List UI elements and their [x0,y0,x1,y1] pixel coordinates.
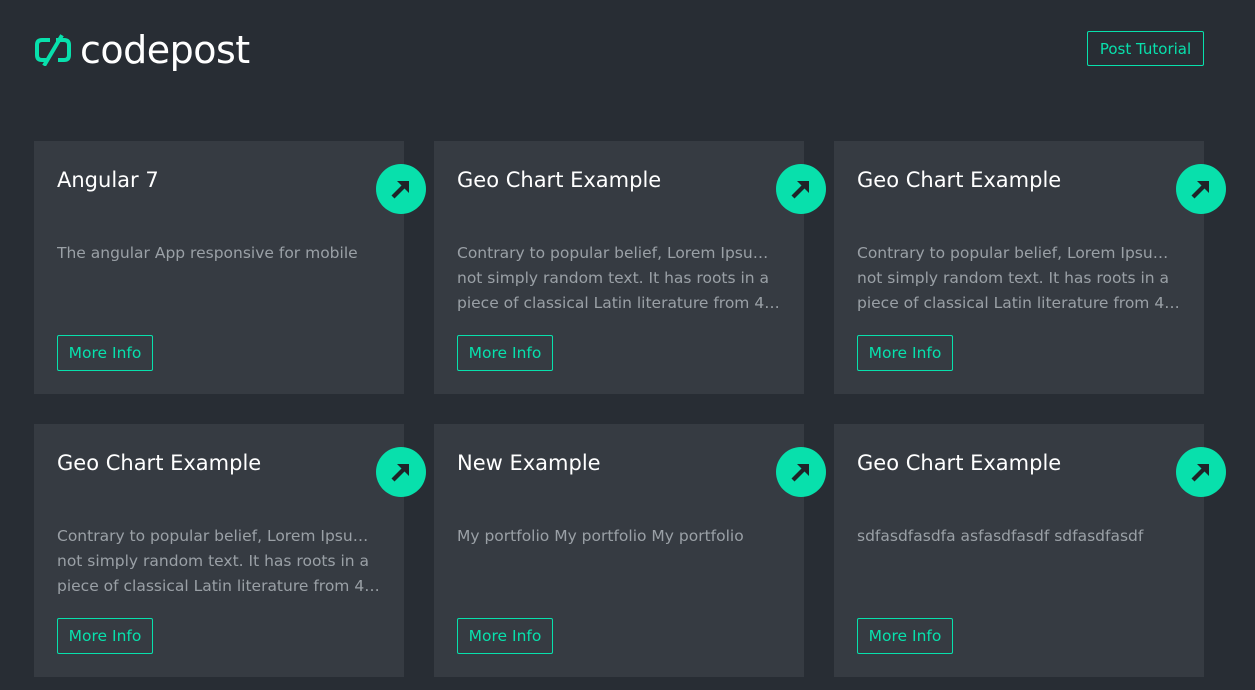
tutorial-card: New Example My portfolio My portfolio My… [434,424,826,677]
more-info-button[interactable]: More Info [57,618,153,654]
card-description-line: piece of classical Latin literature from… [457,294,781,312]
more-info-button[interactable]: More Info [57,335,153,371]
header: codepost Post Tutorial [0,0,1255,100]
card-title: Angular 7 [57,168,159,192]
arrow-up-right-icon [391,464,409,482]
card-description: Contrary to popular belief, Lorem Ipsum … [57,524,381,599]
card-description-line: The angular App responsive for mobile [57,244,358,262]
more-info-button[interactable]: More Info [457,335,553,371]
card-description-line: not simply random text. It has roots in … [857,269,1170,287]
card-title: New Example [457,451,601,475]
tutorial-card: Geo Chart Example Contrary to popular be… [434,141,826,394]
arrow-up-right-icon [791,464,809,482]
card-title: Geo Chart Example [57,451,262,475]
open-link-button[interactable] [376,447,426,497]
open-link-button[interactable] [1176,447,1226,497]
post-tutorial-button[interactable]: Post Tutorial [1087,31,1204,66]
card-description: Contrary to popular belief, Lorem Ipsum … [857,241,1181,316]
tutorial-card: Angular 7 The angular App responsive for… [34,141,426,394]
tutorial-card: Geo Chart Example sdfasdfasdfa asfasdfas… [834,424,1226,677]
open-link-button[interactable] [776,164,826,214]
logo[interactable]: codepost [34,28,250,72]
card-description-line: My portfolio My portfolio My portfolio [457,527,744,545]
card-description-line: not simply random text. It has roots in … [457,269,770,287]
arrow-up-right-icon [391,181,409,199]
tutorial-card: Geo Chart Example Contrary to popular be… [34,424,426,677]
card-description: sdfasdfasdfa asfasdfasdf sdfasdfasdf [857,524,1181,599]
card-description-line: piece of classical Latin literature from… [857,294,1181,312]
card-title: Geo Chart Example [857,168,1062,192]
card-description-line: piece of classical Latin literature from… [57,577,381,595]
card-description-line: Contrary to popular belief, Lorem Ipsum … [57,527,381,545]
card-description: Contrary to popular belief, Lorem Ipsum … [457,241,781,316]
more-info-button[interactable]: More Info [857,618,953,654]
arrow-up-right-icon [791,181,809,199]
card-description-line: Contrary to popular belief, Lorem Ipsum … [857,244,1181,262]
arrow-up-right-icon [1191,181,1209,199]
arrow-up-right-icon [1191,464,1209,482]
card-title: Geo Chart Example [857,451,1062,475]
open-link-button[interactable] [376,164,426,214]
open-link-button[interactable] [776,447,826,497]
logo-text: codepost [80,28,250,72]
card-description-line: Contrary to popular belief, Lorem Ipsum … [457,244,781,262]
more-info-button[interactable]: More Info [857,335,953,371]
codepost-logo-icon [35,34,71,66]
card-title: Geo Chart Example [457,168,662,192]
card-description-line: not simply random text. It has roots in … [57,552,370,570]
more-info-button[interactable]: More Info [457,618,553,654]
card-description: My portfolio My portfolio My portfolio [457,524,781,599]
open-link-button[interactable] [1176,164,1226,214]
card-description: The angular App responsive for mobile [57,241,381,316]
tutorial-card: Geo Chart Example Contrary to popular be… [834,141,1226,394]
card-description-line: sdfasdfasdfa asfasdfasdf sdfasdfasdf [857,527,1144,545]
